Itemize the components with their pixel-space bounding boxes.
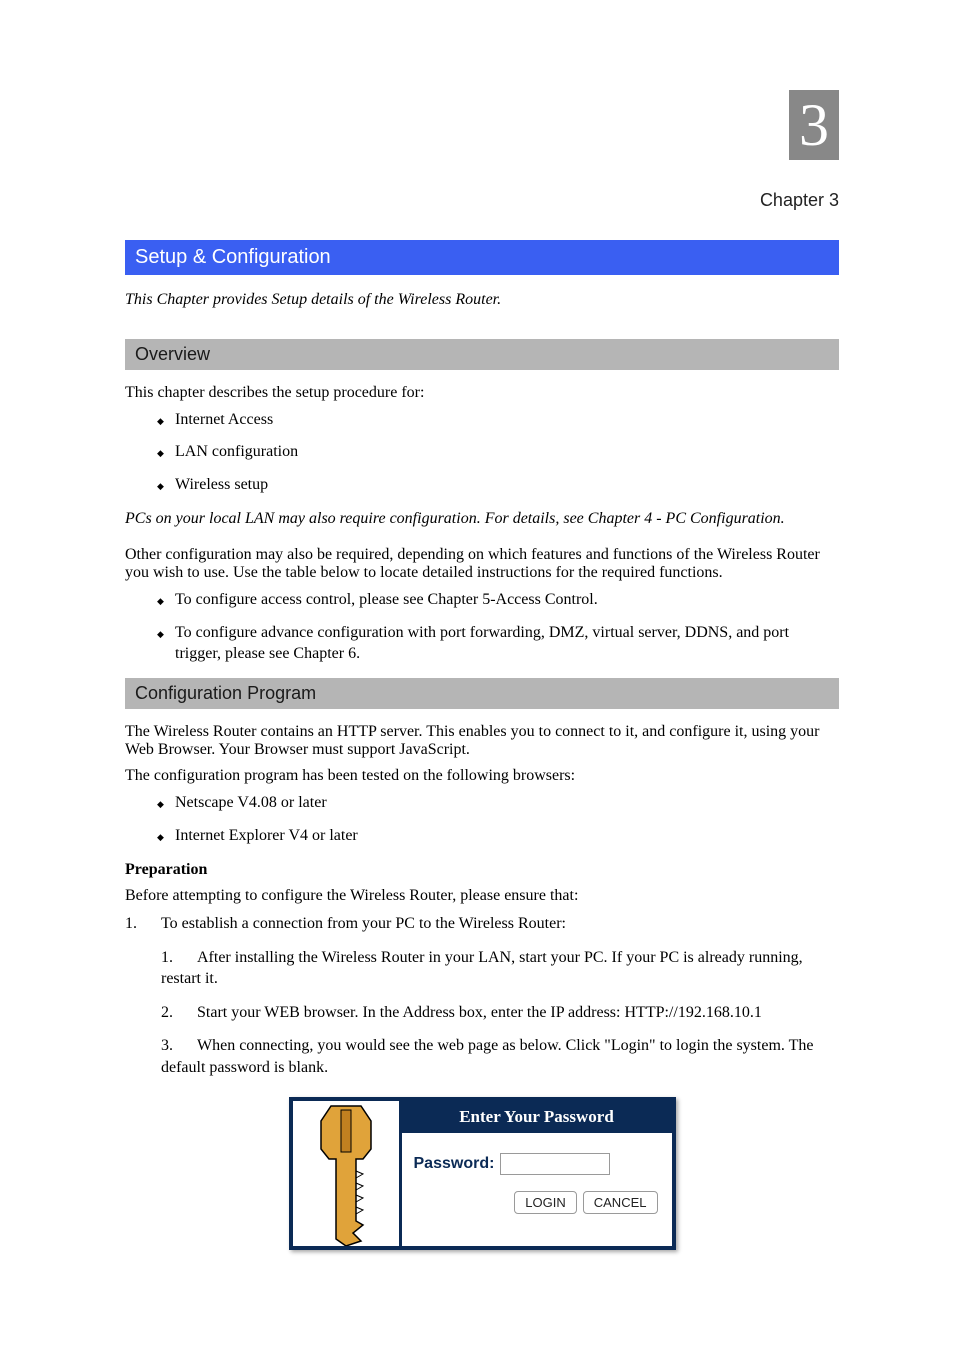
step-item: 1.To establish a connection from your PC… <box>125 913 839 935</box>
step-number: 2. <box>161 1002 197 1024</box>
key-icon <box>311 1101 381 1246</box>
section-title-overview: Overview <box>125 339 839 370</box>
overview-lead: This chapter describes the setup procedu… <box>125 384 839 402</box>
step-item: 2.Start your WEB browser. In the Address… <box>161 1002 839 1024</box>
chapter-label: Chapter 3 <box>760 190 839 211</box>
list-item: Netscape V4.08 or later <box>157 793 839 814</box>
section-title-main: Setup & Configuration <box>125 240 839 275</box>
chapter-number: 3 <box>799 91 829 160</box>
config-steps: 1.To establish a connection from your PC… <box>125 913 839 935</box>
login-panel: Enter Your Password Password: LOGIN CANC… <box>289 1097 676 1250</box>
list-item: Internet Access <box>157 410 839 431</box>
step-number: 1. <box>161 947 197 969</box>
overview-bullets-2: To configure access control, please see … <box>125 590 839 664</box>
list-item: To configure advance configuration with … <box>157 623 839 665</box>
config-para2: The configuration program has been teste… <box>125 767 839 785</box>
step-item: 1.After installing the Wireless Router i… <box>161 947 839 990</box>
list-item: LAN configuration <box>157 442 839 463</box>
list-item: Internet Explorer V4 or later <box>157 826 839 847</box>
list-item: Wireless setup <box>157 475 839 496</box>
overview-bullets: Internet Access LAN configuration Wirele… <box>125 410 839 496</box>
login-key-cell <box>290 1098 400 1249</box>
step-number: 3. <box>161 1035 197 1057</box>
overview-note: PCs on your local LAN may also require c… <box>125 510 839 528</box>
cancel-button[interactable]: CANCEL <box>583 1191 658 1214</box>
step-item: 3.When connecting, you would see the web… <box>161 1035 839 1078</box>
config-prep-title: Preparation <box>125 861 839 879</box>
login-button[interactable]: LOGIN <box>514 1191 576 1214</box>
page-content: Setup & Configuration This Chapter provi… <box>125 240 839 1250</box>
step-number: 1. <box>125 913 161 935</box>
chapter-number-badge: 3 <box>789 90 839 160</box>
config-para1: The Wireless Router contains an HTTP ser… <box>125 723 839 759</box>
config-url: HTTP://192.168.10.1 <box>624 1004 761 1021</box>
login-title: Enter Your Password <box>402 1101 672 1133</box>
config-browser-bullets: Netscape V4.08 or later Internet Explore… <box>125 793 839 847</box>
list-item: To configure access control, please see … <box>157 590 839 611</box>
password-label: Password: <box>414 1155 495 1173</box>
login-figure: Enter Your Password Password: LOGIN CANC… <box>125 1097 839 1250</box>
overview-lead2: Other configuration may also be required… <box>125 546 839 582</box>
section-intro: This Chapter provides Setup details of t… <box>125 289 839 311</box>
password-input[interactable] <box>500 1153 610 1175</box>
config-prep-text: Before attempting to configure the Wirel… <box>125 887 839 905</box>
config-substeps: 1.After installing the Wireless Router i… <box>125 947 839 1079</box>
section-title-config: Configuration Program <box>125 678 839 709</box>
